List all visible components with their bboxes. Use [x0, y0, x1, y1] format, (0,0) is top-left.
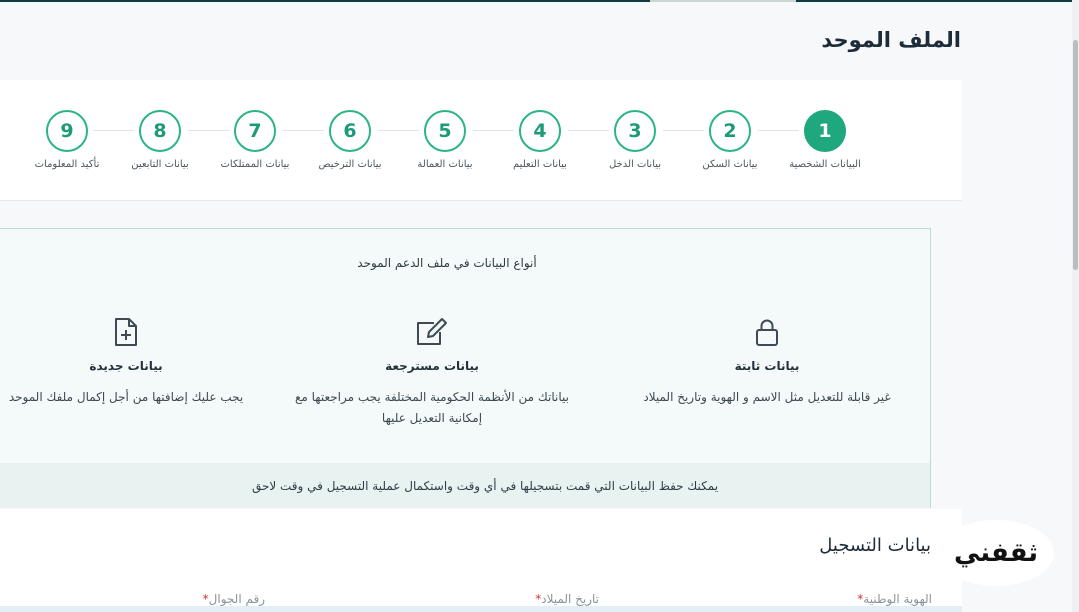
field-label-text: الهوية الوطنية: [863, 592, 932, 606]
field-label-text: تاريخ الميلاد: [541, 592, 599, 606]
step-label: تأكيد المعلومات: [34, 159, 100, 170]
edit-icon: [417, 318, 447, 345]
step-label: بيانات الممتلكات: [220, 159, 290, 170]
step-number: 2: [709, 110, 751, 152]
top-progress-bar: [0, 0, 1079, 2]
step-label: بيانات السكن: [702, 159, 758, 170]
step-number: 9: [46, 110, 88, 152]
info-column-description: غير قابلة للتعديل مثل الاسم و الهوية وتا…: [643, 390, 891, 404]
page-title: الملف الموحد: [821, 28, 961, 52]
step-label: بيانات الدخل: [608, 159, 662, 170]
step-housing-data[interactable]: 2 بيانات السكن: [685, 110, 775, 170]
step-dependents-data[interactable]: 8 بيانات التابعين: [115, 110, 205, 170]
info-column-heading: بيانات جديدة: [89, 359, 163, 373]
step-number: 8: [139, 110, 181, 152]
step-education-data[interactable]: 4 بيانات التعليم: [495, 110, 585, 170]
info-column-heading: بيانات مسترجعة: [385, 359, 479, 373]
info-column-fixed: بيانات ثابتة غير قابلة للتعديل مثل الاسم…: [617, 317, 917, 408]
registration-form: [0, 509, 962, 612]
mobile-number-label: رقم الجوال*: [203, 592, 265, 606]
scrollbar-thumb[interactable]: [1073, 40, 1078, 270]
info-column-heading: بيانات ثابتة: [734, 359, 800, 373]
step-number: 3: [614, 110, 656, 152]
watermark-logo: ثقفني: [938, 520, 1054, 586]
step-number: 6: [329, 110, 371, 152]
info-box-footer: يمكنك حفظ البيانات التي قمت بتسجيلها في …: [0, 463, 930, 508]
step-number: 4: [519, 110, 561, 152]
registration-section-title: بيانات التسجيل: [819, 535, 931, 556]
step-confirm-info[interactable]: 9 تأكيد المعلومات: [22, 110, 112, 170]
step-license-data[interactable]: 6 بيانات الترخيص: [305, 110, 395, 170]
info-footer-text: يمكنك حفظ البيانات التي قمت بتسجيلها في …: [251, 478, 719, 493]
info-column-description: يجب عليك إضافتها من أجل إكمال ملفك الموح…: [8, 390, 244, 404]
data-types-info-box: أنواع البيانات في ملف الدعم الموحد بيانا…: [0, 228, 931, 508]
lock-icon: [756, 319, 778, 346]
step-label: بيانات التعليم: [513, 159, 567, 170]
step-label: البيانات الشخصية: [789, 159, 861, 170]
scrollbar[interactable]: [1072, 0, 1079, 612]
info-column-new: بيانات جديدة يجب عليك إضافتها من أجل إكم…: [0, 317, 276, 408]
info-column-description: بياناتك من الأنظمة الحكومية المختلفة يجب…: [295, 390, 569, 425]
field-label-text: رقم الجوال: [208, 592, 265, 606]
step-personal-data[interactable]: 1 البيانات الشخصية: [780, 110, 870, 170]
input-row-edge: [0, 606, 962, 612]
step-number: 5: [424, 110, 466, 152]
info-column-retrieved: بيانات مسترجعة بياناتك من الأنظمة الحكوم…: [282, 317, 582, 429]
info-box-title: أنواع البيانات في ملف الدعم الموحد: [357, 256, 537, 270]
birth-date-label: تاريخ الميلاد*: [535, 592, 599, 606]
step-number: 1: [804, 110, 846, 152]
step-employment-data[interactable]: 5 بيانات العمالة: [400, 110, 490, 170]
add-file-icon: [115, 318, 137, 346]
step-label: بيانات التابعين: [131, 159, 189, 170]
step-income-data[interactable]: 3 بيانات الدخل: [590, 110, 680, 170]
step-label: بيانات الترخيص: [318, 159, 382, 170]
national-id-label: الهوية الوطنية*: [857, 592, 932, 606]
step-number: 7: [234, 110, 276, 152]
step-property-data[interactable]: 7 بيانات الممتلكات: [210, 110, 300, 170]
step-label: بيانات العمالة: [417, 159, 473, 170]
